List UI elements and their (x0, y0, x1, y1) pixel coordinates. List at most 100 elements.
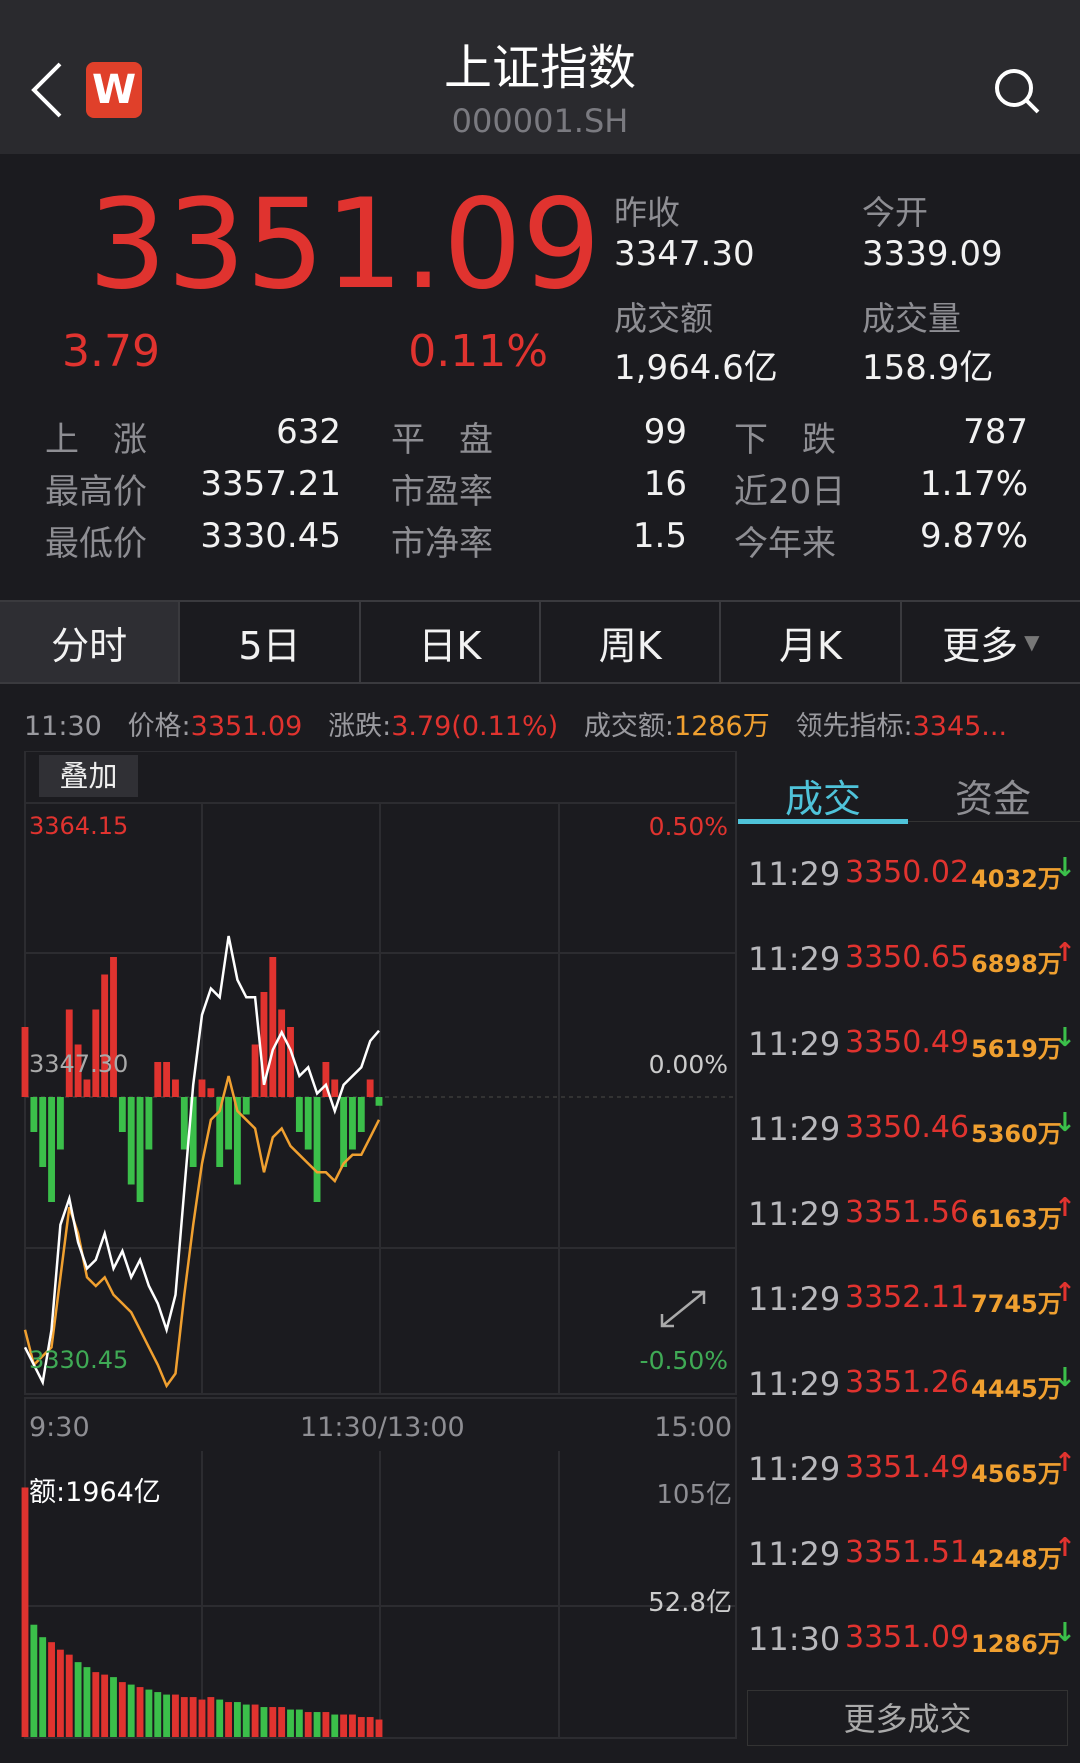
trade-time: 11:29 (748, 1280, 841, 1318)
arrow-up-icon: ↑ (1054, 1193, 1076, 1223)
volume-bar (225, 1702, 232, 1737)
volume-bar (313, 1712, 321, 1737)
y-label-top: 3364.15 (29, 812, 129, 840)
trade-time: 11:29 (748, 1450, 841, 1488)
arrow-up-icon: ↑ (1054, 1533, 1076, 1563)
expand-icon[interactable] (656, 1286, 710, 1332)
stat-value: 16 (643, 464, 687, 504)
pct-label-bottom: -0.50% (639, 1346, 728, 1375)
lead-indicator-bar (242, 1097, 250, 1115)
caret-down-icon: ▼ (1024, 630, 1040, 654)
volume-bar (287, 1709, 294, 1737)
info-price: 3351.09 (190, 711, 303, 742)
lead-indicator-bar (269, 957, 277, 1097)
tab-5day[interactable]: 5日 (180, 602, 361, 682)
stat-label: 最高价 (45, 472, 147, 512)
info-lead: 3345... (912, 711, 1008, 742)
lead-indicator-bar (127, 1097, 135, 1185)
trades-tab-underline (738, 819, 908, 824)
tab-more[interactable]: 更多 ▼ (902, 602, 1080, 682)
vol-label-top: 105亿 (656, 1480, 732, 1510)
intraday-chart[interactable] (0, 751, 740, 1763)
stat-value: 787 (963, 412, 1028, 452)
volume-bar (145, 1689, 153, 1737)
lead-indicator-bar (180, 1097, 188, 1150)
trade-time: 11:29 (748, 1535, 841, 1573)
volume-bar (65, 1654, 73, 1737)
volume-bar (180, 1697, 188, 1737)
trade-price: 3350.46 (845, 1110, 970, 1145)
volume-bar (340, 1714, 348, 1737)
trade-volume: 4445万 (971, 1375, 1062, 1403)
trade-price: 3352.11 (845, 1280, 970, 1315)
trade-price: 3351.09 (845, 1620, 970, 1655)
lead-indicator-bar (207, 1088, 215, 1097)
volume-bar (233, 1702, 241, 1737)
stat-value: 9.87% (919, 516, 1028, 556)
tab-intraday[interactable]: 分时 (0, 602, 181, 682)
volume-bar (207, 1697, 215, 1737)
volume-bar (56, 1649, 64, 1737)
trade-volume: 1286万 (971, 1630, 1062, 1658)
stat-label: 下 跌 (734, 420, 836, 460)
volume-bar (260, 1707, 268, 1737)
more-trades-button[interactable]: 更多成交 (747, 1690, 1068, 1746)
arrow-down-icon: ↓ (1054, 853, 1076, 883)
arrow-down-icon: ↓ (1054, 1618, 1076, 1648)
arrow-up-icon: ↑ (1054, 1448, 1076, 1478)
volume-bar (172, 1694, 179, 1737)
info-amt: 1286万 (674, 711, 770, 742)
trade-price: 3350.02 (845, 855, 970, 890)
lead-indicator-bar (366, 1079, 374, 1097)
volume-bar (101, 1674, 109, 1737)
pct-label-mid: 0.00% (648, 1050, 728, 1079)
trades-tab[interactable]: 成交 (785, 768, 861, 823)
lead-indicator-bar (331, 1079, 339, 1097)
stat-label: 最低价 (45, 524, 147, 564)
lead-indicator-bar (340, 1097, 348, 1167)
overlay-button[interactable]: 叠加 (39, 755, 138, 797)
volume-bar (189, 1697, 197, 1737)
stock-code: 000001.SH (451, 102, 629, 140)
y-label-bottom: 3330.45 (29, 1346, 129, 1374)
stat-value: 1.5 (632, 516, 687, 556)
tab-monthly-k[interactable]: 月K (721, 602, 902, 682)
stat-value: 1.17% (919, 464, 1028, 504)
trade-volume: 4032万 (971, 865, 1062, 893)
trade-volume: 5619万 (971, 1035, 1062, 1063)
trade-time: 11:29 (748, 1110, 841, 1148)
info-chg: 3.79(0.11%) (391, 711, 559, 742)
stat-label: 近20日 (734, 472, 846, 512)
volume-bar (39, 1637, 47, 1737)
funds-tab[interactable]: 资金 (955, 768, 1031, 823)
tab-daily-k[interactable]: 日K (361, 602, 541, 682)
tab-more-label: 更多 (942, 623, 1019, 668)
stat-label: 今年来 (734, 524, 836, 564)
lead-indicator-bar (101, 974, 109, 1097)
trade-row: 11:29 3350.02 4032万 ↓ (748, 853, 1076, 915)
volume-bar (251, 1704, 259, 1737)
volume-bar (163, 1694, 171, 1737)
volume-bar (366, 1717, 374, 1737)
trade-row: 11:29 3350.46 5360万 ↓ (748, 1108, 1076, 1170)
lead-indicator-bar (56, 1097, 64, 1150)
stat-value: 3357.21 (200, 464, 341, 504)
lead-indicator-bar (83, 1079, 91, 1097)
volume-bar (242, 1704, 250, 1737)
page-title: 上证指数 (443, 40, 636, 96)
search-icon[interactable] (992, 66, 1042, 116)
info-chg-label: 涨跌: (328, 711, 392, 742)
trade-price: 3351.51 (845, 1535, 970, 1570)
prev-close-label: 昨收 (614, 193, 680, 232)
arrow-down-icon: ↓ (1054, 1108, 1076, 1138)
info-time: 11:30 (24, 711, 102, 742)
lead-indicator-bar (21, 1027, 29, 1097)
tab-weekly-k[interactable]: 周K (541, 602, 722, 682)
trade-volume: 7745万 (971, 1290, 1062, 1318)
trade-volume: 5360万 (971, 1120, 1062, 1148)
volume-label: 成交量 (862, 299, 961, 338)
trade-row: 11:29 3351.56 6163万 ↑ (748, 1193, 1076, 1255)
trade-row: 11:29 3352.11 7745万 ↑ (748, 1278, 1076, 1340)
trade-time: 11:30 (748, 1620, 841, 1658)
stat-value: 632 (276, 412, 341, 452)
